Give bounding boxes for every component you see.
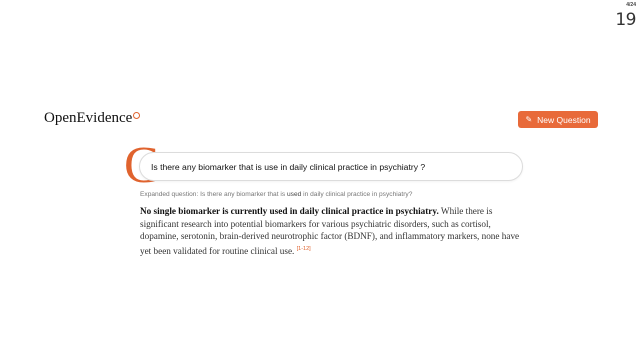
expanded-prefix: Expanded question: Is there any biomarke… (140, 191, 286, 198)
expanded-suffix: in daily clinical practice in psychiatry… (303, 191, 413, 198)
expanded-emphasis: used (287, 191, 302, 198)
new-question-label: New Question (537, 114, 591, 125)
new-question-button[interactable]: ✎ New Question (518, 111, 598, 128)
question-text: Is there any biomarker that is use in da… (151, 161, 426, 172)
slide-number: 19 (615, 10, 636, 30)
app-logo[interactable]: OpenEvidence (44, 110, 141, 127)
logo-mark-icon (133, 112, 141, 119)
answer-text: No single biomarker is currently used in… (140, 205, 530, 257)
question-input[interactable]: Is there any biomarker that is use in da… (139, 152, 523, 181)
answer-bold: No single biomarker is currently used in… (140, 206, 439, 216)
pencil-icon: ✎ (525, 115, 533, 124)
slide-counter: 4/24 (626, 2, 636, 8)
citation-link[interactable]: [1-12] (297, 246, 311, 252)
logo-text: OpenEvidence (44, 110, 133, 126)
expanded-question: Expanded question: Is there any biomarke… (140, 191, 412, 198)
